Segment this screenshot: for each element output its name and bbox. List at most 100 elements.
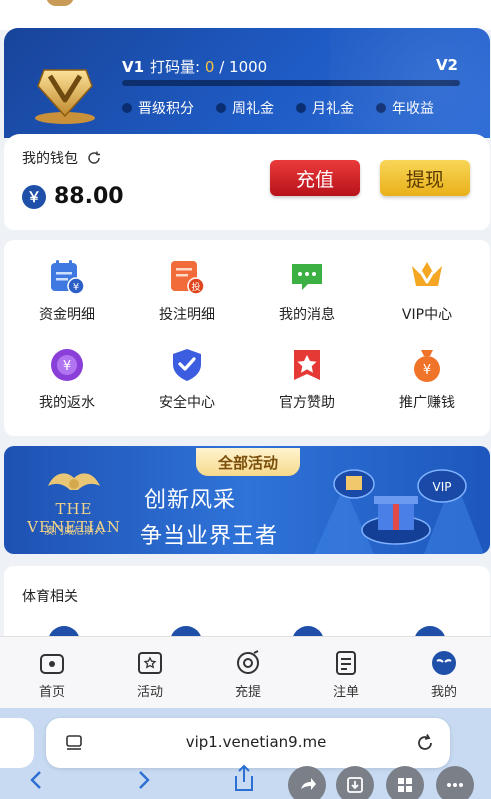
menu-item-rebate[interactable]: ¥ 我的返水 bbox=[12, 330, 122, 414]
previous-tab[interactable] bbox=[0, 718, 34, 768]
wallet-card: 我的钱包 ￥ 88.00 充值 提现 bbox=[4, 134, 490, 230]
perk-monthly-gift: 月礼金 bbox=[296, 98, 354, 118]
page-menu-icon[interactable] bbox=[64, 733, 84, 753]
promo-banner[interactable]: THE VENETIAN 澳门威尼斯人 全部活动 创新风采 争当业界王者 VIP bbox=[4, 446, 490, 554]
home-icon bbox=[40, 654, 64, 674]
nav-activity[interactable]: 活动 bbox=[110, 649, 190, 700]
refresh-icon[interactable] bbox=[86, 150, 102, 166]
grid-icon bbox=[398, 778, 412, 792]
vip-current-level: V1 bbox=[122, 58, 145, 76]
sponsor-star-icon bbox=[294, 350, 320, 380]
yuan-coin-icon: ￥ bbox=[22, 184, 46, 209]
vip-crown-icon bbox=[412, 262, 442, 286]
more-button[interactable] bbox=[436, 766, 474, 799]
menu-item-official-sponsor[interactable]: 官方赞助 bbox=[252, 330, 362, 414]
forward-icon[interactable] bbox=[136, 768, 152, 792]
winged-lion-icon bbox=[48, 473, 100, 490]
shield-check-icon bbox=[173, 349, 201, 381]
sports-section: 体育相关 bbox=[4, 566, 490, 646]
banner-subheadline: 争当业界王者 bbox=[140, 524, 279, 549]
wallet-title: 我的钱包 bbox=[22, 148, 102, 168]
money-bag-icon: ¥ bbox=[414, 350, 440, 382]
vip-bet-progress-text: V1 打码量: 0 / 1000 bbox=[122, 56, 267, 77]
nav-bet-slip[interactable]: 注单 bbox=[306, 649, 386, 700]
tabs-button[interactable] bbox=[386, 766, 424, 799]
nav-label: 首页 bbox=[38, 685, 65, 700]
vip-card[interactable]: V1 打码量: 0 / 1000 V2 晋级积分 周礼金 月礼金 年收益 bbox=[4, 28, 490, 138]
perk-label: 周礼金 bbox=[232, 101, 274, 117]
menu-item-referral-earn[interactable]: ¥ 推广赚钱 bbox=[372, 330, 482, 414]
vip-progress-bar bbox=[122, 80, 460, 86]
perk-label: 月礼金 bbox=[312, 101, 354, 117]
menu-item-messages[interactable]: 我的消息 bbox=[252, 242, 362, 326]
banner-headline: 创新风采 bbox=[144, 488, 237, 513]
bet-separator: / bbox=[214, 58, 230, 76]
wallet-title-text: 我的钱包 bbox=[22, 151, 78, 167]
vip-perks: 晋级积分 周礼金 月礼金 年收益 bbox=[122, 98, 434, 118]
balance-amount: 88.00 bbox=[54, 184, 124, 209]
arrow-share-icon bbox=[301, 778, 316, 790]
message-icon bbox=[292, 264, 322, 290]
perk-dot-icon bbox=[376, 103, 386, 113]
venetian-logo: THE VENETIAN 澳门威尼斯人 bbox=[14, 466, 134, 538]
reload-icon[interactable] bbox=[414, 732, 436, 754]
menu-item-vip-center[interactable]: VIP中心 bbox=[372, 242, 482, 326]
bet-current-value: 0 bbox=[204, 58, 215, 76]
function-menu-grid: ¥ 资金明细 投 投注明细 我的消息 VIP中心 ¥ 我的返水 安全中心 官方赞… bbox=[4, 240, 490, 436]
bet-slip-icon bbox=[336, 651, 356, 675]
nav-profile[interactable]: 我的 bbox=[404, 649, 484, 700]
menu-item-label: 官方赞助 bbox=[279, 395, 335, 411]
menu-item-fund-details[interactable]: ¥ 资金明细 bbox=[12, 242, 122, 326]
nav-label: 充提 bbox=[234, 685, 261, 700]
sports-section-title: 体育相关 bbox=[22, 589, 78, 605]
fund-details-icon: ¥ bbox=[51, 260, 85, 295]
menu-item-label: 安全中心 bbox=[159, 395, 215, 411]
logo-sub: 澳门威尼斯人 bbox=[44, 526, 104, 537]
vip-badge-icon bbox=[35, 69, 95, 124]
nav-label: 注单 bbox=[332, 685, 359, 700]
all-activities-tag[interactable]: 全部活动 bbox=[196, 448, 300, 476]
address-bar[interactable]: vip1.venetian9.me bbox=[46, 718, 450, 768]
deposit-withdraw-icon bbox=[237, 650, 259, 674]
nav-home[interactable]: 首页 bbox=[12, 649, 92, 700]
menu-item-security-center[interactable]: 安全中心 bbox=[132, 330, 242, 414]
menu-item-bet-details[interactable]: 投 投注明细 bbox=[132, 242, 242, 326]
nav-label: 我的 bbox=[430, 685, 457, 700]
perk-dot-icon bbox=[216, 103, 226, 113]
url-text: vip1.venetian9.me bbox=[185, 733, 327, 751]
nav-label: 活动 bbox=[136, 685, 163, 700]
forward-share-button[interactable] bbox=[288, 766, 326, 799]
perk-label: 晋级积分 bbox=[138, 101, 194, 117]
nav-deposit-withdraw[interactable]: 充提 bbox=[208, 649, 288, 700]
share-icon[interactable] bbox=[232, 764, 256, 794]
profile-icon bbox=[432, 651, 456, 675]
bet-volume-label: 打码量: bbox=[150, 58, 201, 76]
perk-dot-icon bbox=[296, 103, 306, 113]
rebate-chip-icon: ¥ bbox=[51, 349, 83, 381]
svg-text:¥: ¥ bbox=[63, 359, 71, 374]
wallet-balance: ￥ 88.00 bbox=[22, 184, 124, 209]
deposit-button[interactable]: 充值 bbox=[270, 160, 360, 196]
menu-item-label: 投注明细 bbox=[159, 307, 215, 323]
more-dots-icon bbox=[447, 783, 463, 787]
bet-details-icon: 投 bbox=[171, 261, 205, 295]
perk-weekly-gift: 周礼金 bbox=[216, 98, 274, 118]
withdraw-button[interactable]: 提现 bbox=[380, 160, 470, 196]
gift-box-art-icon: VIP bbox=[314, 469, 484, 554]
menu-item-label: 我的返水 bbox=[39, 395, 95, 411]
menu-item-label: 资金明细 bbox=[39, 307, 95, 323]
vip-next-level: V2 bbox=[435, 56, 458, 74]
perk-promotion-points: 晋级积分 bbox=[122, 98, 194, 118]
back-icon[interactable] bbox=[28, 768, 44, 792]
perk-annual-income: 年收益 bbox=[376, 98, 434, 118]
download-button[interactable] bbox=[336, 766, 374, 799]
perk-label: 年收益 bbox=[392, 101, 434, 117]
menu-item-label: VIP中心 bbox=[401, 307, 453, 323]
bet-target-value: 1000 bbox=[229, 58, 268, 76]
svg-text:¥: ¥ bbox=[73, 282, 79, 293]
svg-text:投: 投 bbox=[191, 281, 200, 293]
top-strip bbox=[0, 0, 491, 30]
perk-dot-icon bbox=[122, 103, 132, 113]
bottom-navigation: 首页 活动 充提 注单 我的 bbox=[0, 636, 491, 708]
svg-text:VIP: VIP bbox=[433, 480, 452, 494]
